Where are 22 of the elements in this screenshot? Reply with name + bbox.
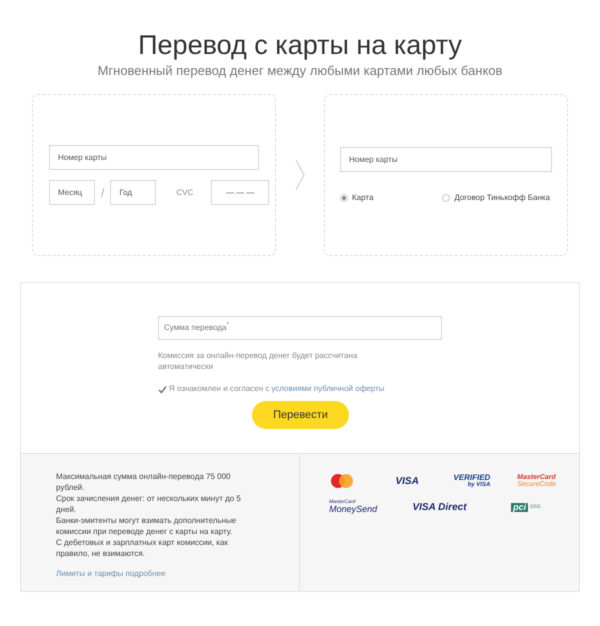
agreement-text: Я ознакомлен и согласен с: [169, 383, 270, 395]
transfer-button[interactable]: Перевести: [252, 401, 349, 429]
transfer-info-text: Максимальная сумма онлайн-перевода 75 000 рублей. Срок зачисления денег: от нескольких минут до 5 дней. Банки-эмитенты могут взимать дополнительные комиссии при переводе денег с карты на карту. С дебетовых и зарплатных карт комиссии, как правило, не взимаются.: [56, 471, 242, 559]
page-title: Перевод с карты на карту: [138, 29, 462, 62]
year-field[interactable]: Год: [110, 180, 156, 205]
visa-logo: VISA Direct: [412, 500, 467, 514]
cvc-label: CVC: [176, 186, 194, 198]
recipient-type-radio[interactable]: Карта: [340, 192, 374, 204]
page-subtitle: Мгновенный перевод денег между любыми картами любых банков: [98, 62, 502, 80]
cvc-field[interactable]: — — —: [211, 180, 270, 205]
commission-note: Комиссия за онлайн-перевод денег будет рассчитана автоматически: [158, 350, 358, 372]
month-field[interactable]: Месяц: [49, 180, 95, 205]
recipient-type-radio[interactable]: Договор Тинькофф Банка: [442, 192, 550, 204]
mastercard-logo-icon: [331, 474, 354, 488]
date-separator: /: [101, 184, 104, 202]
offer-link[interactable]: условиями публичной оферты: [271, 383, 384, 395]
amount-field[interactable]: Сумма перевода$^{*}$: [158, 316, 442, 340]
chevron-right-icon: [295, 159, 305, 191]
card-number-field[interactable]: Номер карты: [340, 146, 552, 172]
visa-logo: VISA: [395, 474, 419, 488]
card-number-field[interactable]: Номер карты: [49, 145, 259, 170]
checkbox[interactable]: [158, 384, 167, 394]
